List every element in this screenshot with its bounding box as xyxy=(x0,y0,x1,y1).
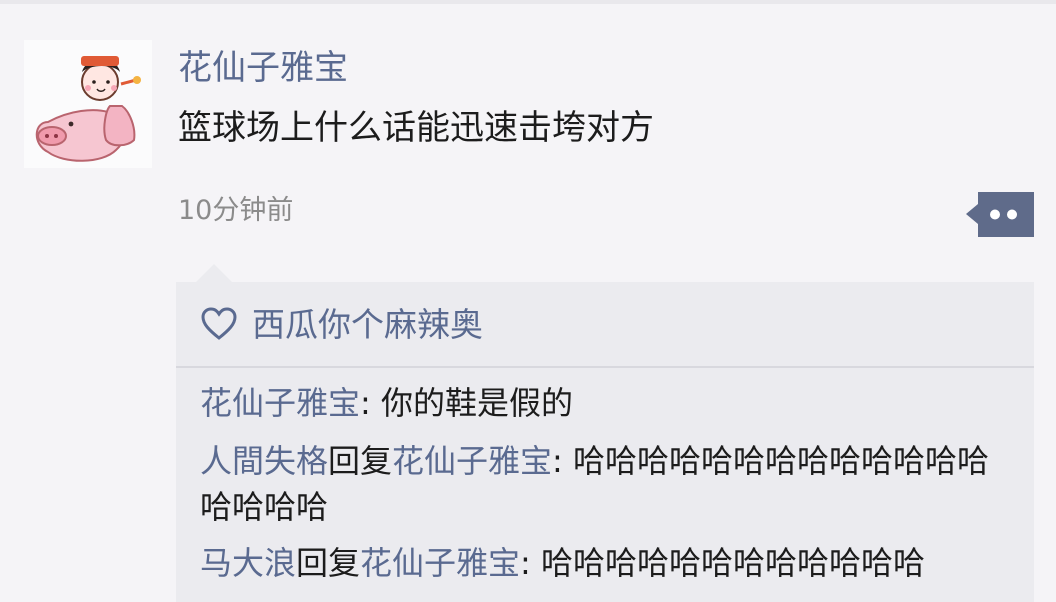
post-timestamp: 10分钟前 xyxy=(178,195,294,226)
likes-row: 西瓜你个麻辣奥 xyxy=(176,282,1034,366)
avatar[interactable] xyxy=(24,40,152,168)
top-divider xyxy=(0,0,1056,4)
more-dots-icon xyxy=(966,192,1034,237)
reply-word: 回复 xyxy=(296,544,361,582)
post-text: 篮球场上什么话能迅速击垮对方 xyxy=(178,108,654,148)
post-author-name[interactable]: 花仙子雅宝 xyxy=(178,46,348,90)
reply-to-name[interactable]: 花仙子雅宝 xyxy=(392,442,552,480)
comment-box-caret xyxy=(196,264,232,282)
comment-separator: : xyxy=(360,384,381,422)
comment-text: 你的鞋是假的 xyxy=(380,384,573,422)
reply-word: 回复 xyxy=(328,442,393,480)
reply-to-name[interactable]: 花仙子雅宝 xyxy=(360,544,520,582)
comment-item[interactable]: 马大浪回复花仙子雅宝: 哈哈哈哈哈哈哈哈哈哈哈哈 xyxy=(200,540,1020,586)
comment-separator: : xyxy=(520,544,541,582)
pig-rider-cartoon-avatar-icon xyxy=(24,40,152,168)
comment-author[interactable]: 花仙子雅宝 xyxy=(200,384,360,422)
comment-separator: : xyxy=(552,442,573,480)
likes-divider xyxy=(176,366,1034,368)
comment-item[interactable]: 人間失格回复花仙子雅宝: 哈哈哈哈哈哈哈哈哈哈哈哈哈哈哈哈哈 xyxy=(200,438,1020,530)
comment-author[interactable]: 马大浪 xyxy=(200,544,296,582)
more-options-button[interactable] xyxy=(966,192,1034,237)
likes-user-name[interactable]: 西瓜你个麻辣奥 xyxy=(252,302,483,348)
heart-outline-icon xyxy=(201,307,237,340)
comment-box: 西瓜你个麻辣奥 花仙子雅宝: 你的鞋是假的 人間失格回复花仙子雅宝: 哈哈哈哈哈… xyxy=(176,282,1034,602)
comment-item[interactable]: 花仙子雅宝: 你的鞋是假的 xyxy=(200,380,1020,426)
comment-author[interactable]: 人間失格 xyxy=(200,442,328,480)
comment-text: 哈哈哈哈哈哈哈哈哈哈哈哈 xyxy=(541,544,926,582)
